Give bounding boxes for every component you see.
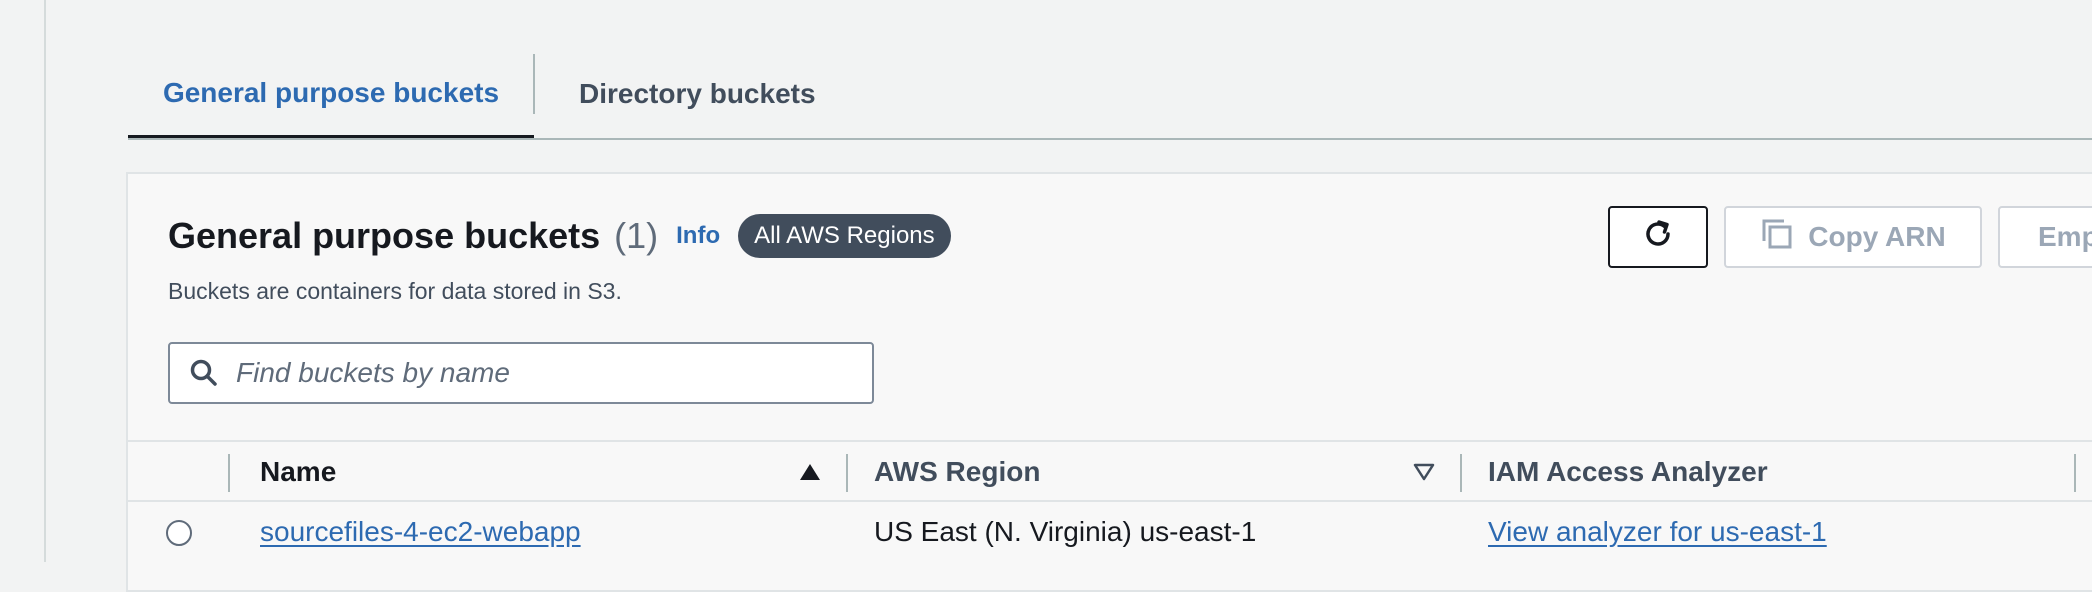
column-header-region[interactable]: AWS Region (874, 442, 1040, 502)
panel-header: General purpose buckets (1) Info All AWS… (168, 214, 951, 258)
tabs-baseline (128, 138, 2092, 140)
info-link[interactable]: Info (676, 222, 720, 250)
column-separator (1460, 454, 1462, 492)
empty-label: Emp (2038, 221, 2092, 252)
table-header: Name AWS Region IAM Access Analyzer (128, 440, 2092, 502)
bucket-name-link[interactable]: sourcefiles-4-ec2-webapp (260, 516, 581, 548)
column-separator (846, 454, 848, 492)
tab-general-purpose-buckets[interactable]: General purpose buckets (128, 50, 534, 140)
bucket-type-tabs: General purpose buckets Directory bucket… (128, 50, 2092, 140)
refresh-icon (1640, 216, 1676, 259)
column-header-analyzer-label: IAM Access Analyzer (1488, 456, 1768, 487)
tab-directory-label: Directory buckets (579, 78, 816, 109)
column-header-analyzer[interactable]: IAM Access Analyzer (1488, 442, 1768, 502)
buckets-panel: General purpose buckets (1) Info All AWS… (126, 172, 2092, 592)
bucket-region: US East (N. Virginia) us-east-1 (874, 516, 1257, 547)
refresh-button[interactable] (1608, 206, 1708, 268)
column-separator (2074, 454, 2076, 492)
tab-directory-buckets[interactable]: Directory buckets (534, 50, 834, 138)
view-analyzer-link[interactable]: View analyzer for us-east-1 (1488, 516, 1827, 548)
empty-button[interactable]: Emp (1998, 206, 2092, 268)
column-separator (228, 454, 230, 492)
panel-title: General purpose buckets (168, 215, 601, 256)
table-row: sourcefiles-4-ec2-webapp US East (N. Vir… (128, 504, 2092, 574)
row-select-radio[interactable] (166, 520, 192, 546)
sort-ascending-icon[interactable] (796, 458, 824, 486)
region-badge: All AWS Regions (738, 214, 951, 258)
panel-actions: Copy ARN Emp (1608, 206, 2092, 268)
search-input[interactable] (234, 356, 838, 390)
column-header-name-label: Name (260, 456, 337, 487)
main-content: General purpose buckets Directory bucket… (46, 0, 2092, 592)
search-icon (184, 353, 224, 393)
copy-icon (1760, 217, 1794, 258)
left-navigation-rail (0, 0, 46, 562)
search-field[interactable] (168, 342, 874, 404)
column-header-name[interactable]: Name (260, 442, 336, 502)
bucket-count: (1) (614, 215, 659, 256)
sort-descending-icon[interactable] (1410, 458, 1438, 486)
tab-general-purpose-label: General purpose buckets (162, 76, 500, 108)
column-header-region-label: AWS Region (874, 456, 1041, 487)
panel-description: Buckets are containers for data stored i… (168, 278, 622, 304)
copy-arn-button[interactable]: Copy ARN (1724, 206, 1982, 268)
copy-arn-label: Copy ARN (1808, 221, 1946, 252)
